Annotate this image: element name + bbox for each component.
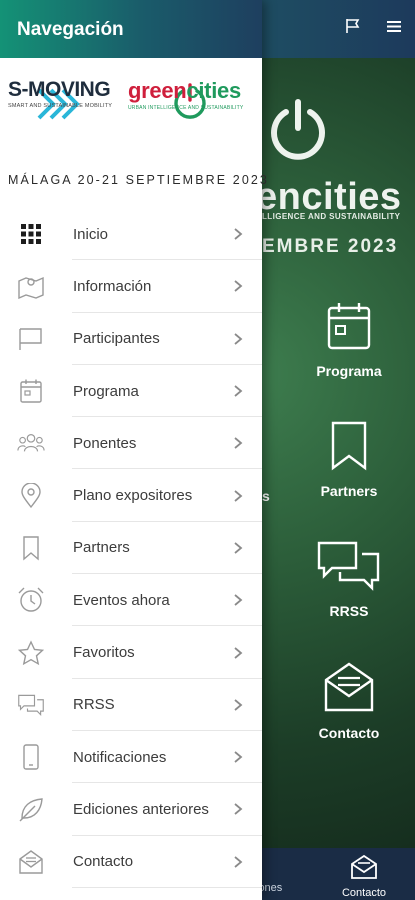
power-icon bbox=[268, 98, 328, 169]
hero-date: EMBRE 2023 bbox=[262, 236, 399, 257]
s-moving-logo: S-MOVING SMART AND SUSTAINABLE MOBILITY bbox=[8, 78, 128, 109]
menu-item-label: Ponentes bbox=[73, 434, 137, 452]
people-icon bbox=[17, 429, 45, 457]
menu-item-contacto[interactable]: Contacto bbox=[0, 836, 262, 888]
chevron-right-icon bbox=[234, 489, 243, 502]
menu-item-participantes[interactable]: Participantes bbox=[0, 313, 262, 365]
menu-item-label: Ediciones anteriores bbox=[73, 800, 209, 818]
chevron-right-icon bbox=[234, 699, 243, 711]
menu-item-label: Información bbox=[73, 277, 152, 295]
map-icon bbox=[17, 272, 45, 300]
calendar-icon bbox=[327, 303, 371, 350]
tile-label: Programa bbox=[316, 363, 382, 379]
grid-icon bbox=[17, 220, 45, 248]
bottom-nav-contact[interactable]: Contacto bbox=[332, 854, 396, 899]
greencities-title-part2: cities bbox=[186, 78, 241, 103]
menu-item-ponentes[interactable]: Ponentes bbox=[0, 417, 262, 470]
chevron-right-icon bbox=[234, 803, 243, 816]
menu-item-label: Inicio bbox=[73, 225, 109, 243]
menu-item-informacion[interactable]: Información bbox=[0, 260, 262, 313]
greencities-logo: greencities URBAN INTELLIGENCE AND SUSTA… bbox=[128, 78, 258, 111]
alarm-clock-icon bbox=[17, 586, 45, 614]
menu-item-ediciones-anteriores[interactable]: Ediciones anteriores bbox=[0, 783, 262, 836]
chevron-right-icon bbox=[234, 228, 243, 240]
menu-item-rrss[interactable]: RRSS bbox=[0, 679, 262, 731]
chevron-right-icon bbox=[234, 333, 243, 345]
chevron-right-icon bbox=[234, 542, 243, 554]
drawer-title: Navegación bbox=[17, 19, 124, 40]
chevron-right-icon bbox=[234, 385, 243, 397]
menu-item-label: Notificaciones bbox=[73, 748, 167, 766]
menu-item-label: Participantes bbox=[73, 330, 160, 348]
drawer-menu: Inicio Información Participantes Program… bbox=[0, 208, 262, 888]
star-icon bbox=[17, 639, 45, 667]
menu-divider bbox=[72, 886, 262, 888]
menu-item-inicio[interactable]: Inicio bbox=[0, 208, 262, 261]
menu-icon[interactable] bbox=[386, 17, 402, 40]
tile-partners[interactable]: Partners bbox=[294, 420, 404, 499]
tile-rrss[interactable]: RRSS bbox=[294, 540, 404, 619]
mail-icon bbox=[351, 854, 377, 879]
chevron-right-icon bbox=[234, 280, 243, 293]
greencities-subtitle: URBAN INTELLIGENCE AND SUSTAINABILITY bbox=[128, 105, 244, 111]
chat-bubbles-icon bbox=[317, 541, 380, 591]
menu-item-eventos-ahora[interactable]: Eventos ahora bbox=[0, 574, 262, 627]
navigation-drawer: Navegación S-MOVING SMART AND SUSTAINABL… bbox=[0, 0, 267, 900]
chevron-right-icon bbox=[234, 751, 243, 763]
menu-item-label: Favoritos bbox=[73, 644, 135, 662]
flag-icon bbox=[17, 325, 45, 353]
menu-item-label: Eventos ahora bbox=[73, 591, 170, 609]
chat-bubbles-icon bbox=[17, 691, 45, 719]
flag-icon[interactable] bbox=[344, 17, 362, 40]
leaf-icon bbox=[17, 795, 45, 823]
s-moving-title: S-MOVING bbox=[8, 78, 111, 101]
bookmark-icon bbox=[331, 421, 367, 471]
menu-item-label: Partners bbox=[73, 539, 130, 557]
bookmark-icon bbox=[17, 534, 45, 562]
chevron-right-icon bbox=[234, 646, 243, 659]
menu-item-label: Programa bbox=[73, 382, 139, 400]
menu-item-favoritos[interactable]: Favoritos bbox=[0, 626, 262, 679]
menu-item-partners[interactable]: Partners bbox=[0, 522, 262, 575]
tile-fragment: s bbox=[262, 488, 270, 504]
phone-icon bbox=[17, 743, 45, 771]
s-moving-subtitle: SMART AND SUSTAINABLE MOBILITY bbox=[8, 103, 113, 109]
menu-item-label: RRSS bbox=[73, 696, 115, 714]
menu-item-programa[interactable]: Programa bbox=[0, 365, 262, 418]
event-date: MÁLAGA 20-21 SEPTIEMBRE 2023 bbox=[8, 173, 269, 187]
menu-item-plano-expositores[interactable]: Plano expositores bbox=[0, 469, 262, 522]
menu-item-label: Plano expositores bbox=[73, 487, 193, 505]
location-pin-icon bbox=[17, 482, 45, 510]
mail-icon bbox=[17, 848, 45, 876]
tile-label: Partners bbox=[320, 483, 378, 499]
greencities-title: greencities bbox=[128, 78, 258, 104]
chevron-right-icon bbox=[234, 856, 243, 868]
chevron-right-icon bbox=[234, 594, 243, 606]
tile-label: RRSS bbox=[329, 603, 369, 619]
mail-icon bbox=[324, 662, 374, 712]
menu-item-label: Contacto bbox=[73, 853, 134, 871]
tile-contacto[interactable]: Contacto bbox=[294, 660, 404, 741]
chevron-right-icon bbox=[234, 437, 243, 450]
tile-programa[interactable]: Programa bbox=[294, 300, 404, 379]
calendar-icon bbox=[17, 377, 45, 405]
tile-label: Contacto bbox=[318, 725, 380, 741]
menu-item-notificaciones[interactable]: Notificaciones bbox=[0, 731, 262, 784]
hero-tagline: LLIGENCE AND SUSTAINABILITY bbox=[262, 212, 401, 221]
bottom-nav-contact-label: Contacto bbox=[341, 887, 387, 899]
greencities-title-part1: green bbox=[128, 78, 187, 103]
